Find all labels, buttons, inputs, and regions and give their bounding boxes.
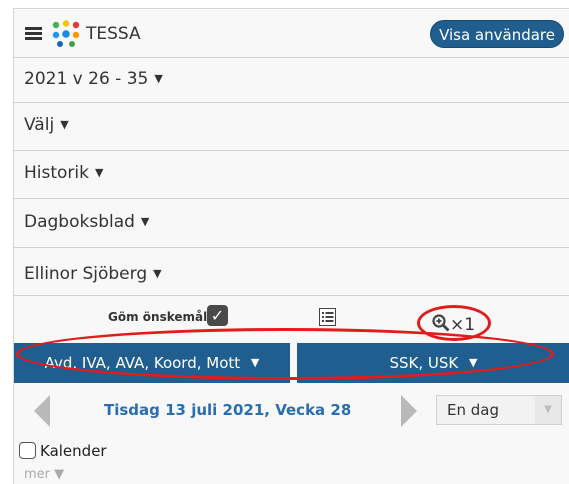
app-frame: TESSA Visa användare 2021 v 26 - 35 ▼ Väl…	[13, 8, 569, 484]
period-selector[interactable]: 2021 v 26 - 35 ▼	[14, 57, 569, 102]
select-menu[interactable]: Välj ▼	[14, 102, 569, 150]
chevron-down-icon: ▼	[535, 396, 561, 424]
hide-wishes-label: Göm önskemål	[108, 310, 208, 324]
calendar-toggle: Kalender	[14, 439, 569, 463]
view-select-value: En dag	[447, 401, 499, 419]
history-label: Historik	[24, 163, 89, 183]
tessa-logo-icon	[52, 20, 80, 47]
chevron-down-icon: ▼	[154, 72, 163, 85]
hide-wishes-checkbox[interactable]: ✓	[207, 305, 228, 326]
chevron-down-icon: ▼	[95, 166, 104, 179]
user-label: Ellinor Sjöberg	[24, 264, 148, 284]
calendar-label: Kalender	[40, 442, 107, 460]
show-users-button[interactable]: Visa användare	[430, 20, 564, 48]
brand-name: TESSA	[86, 24, 141, 44]
period-label: 2021 v 26 - 35	[24, 69, 149, 89]
history-menu[interactable]: Historik ▼	[14, 150, 569, 198]
more-link[interactable]: mer ▼	[24, 467, 64, 482]
user-menu[interactable]: Ellinor Sjöberg ▼	[14, 247, 569, 295]
zoom-in-icon	[432, 314, 450, 332]
diary-label: Dagboksblad	[24, 212, 135, 232]
current-date: Tisdag 13 juli 2021, Vecka 28	[104, 401, 352, 419]
previous-day-arrow-icon[interactable]	[34, 395, 50, 427]
highlight-ellipse	[16, 328, 554, 380]
calendar-checkbox[interactable]	[19, 442, 36, 459]
view-select[interactable]: En dag ▼	[436, 395, 562, 425]
select-label: Välj	[24, 115, 55, 135]
zoom-level: ×1	[450, 315, 476, 335]
chevron-down-icon: ▼	[140, 215, 150, 228]
chevron-down-icon: ▼	[60, 118, 69, 131]
chevron-down-icon: ▼	[153, 267, 162, 280]
diary-menu[interactable]: Dagboksblad ▼	[14, 198, 569, 247]
list-view-icon[interactable]	[319, 308, 336, 326]
next-day-arrow-icon[interactable]	[401, 395, 417, 427]
top-bar: TESSA Visa användare	[14, 9, 569, 57]
date-navigation: Tisdag 13 juli 2021, Vecka 28 En dag ▼	[14, 391, 569, 433]
hamburger-menu-icon[interactable]	[25, 27, 42, 40]
